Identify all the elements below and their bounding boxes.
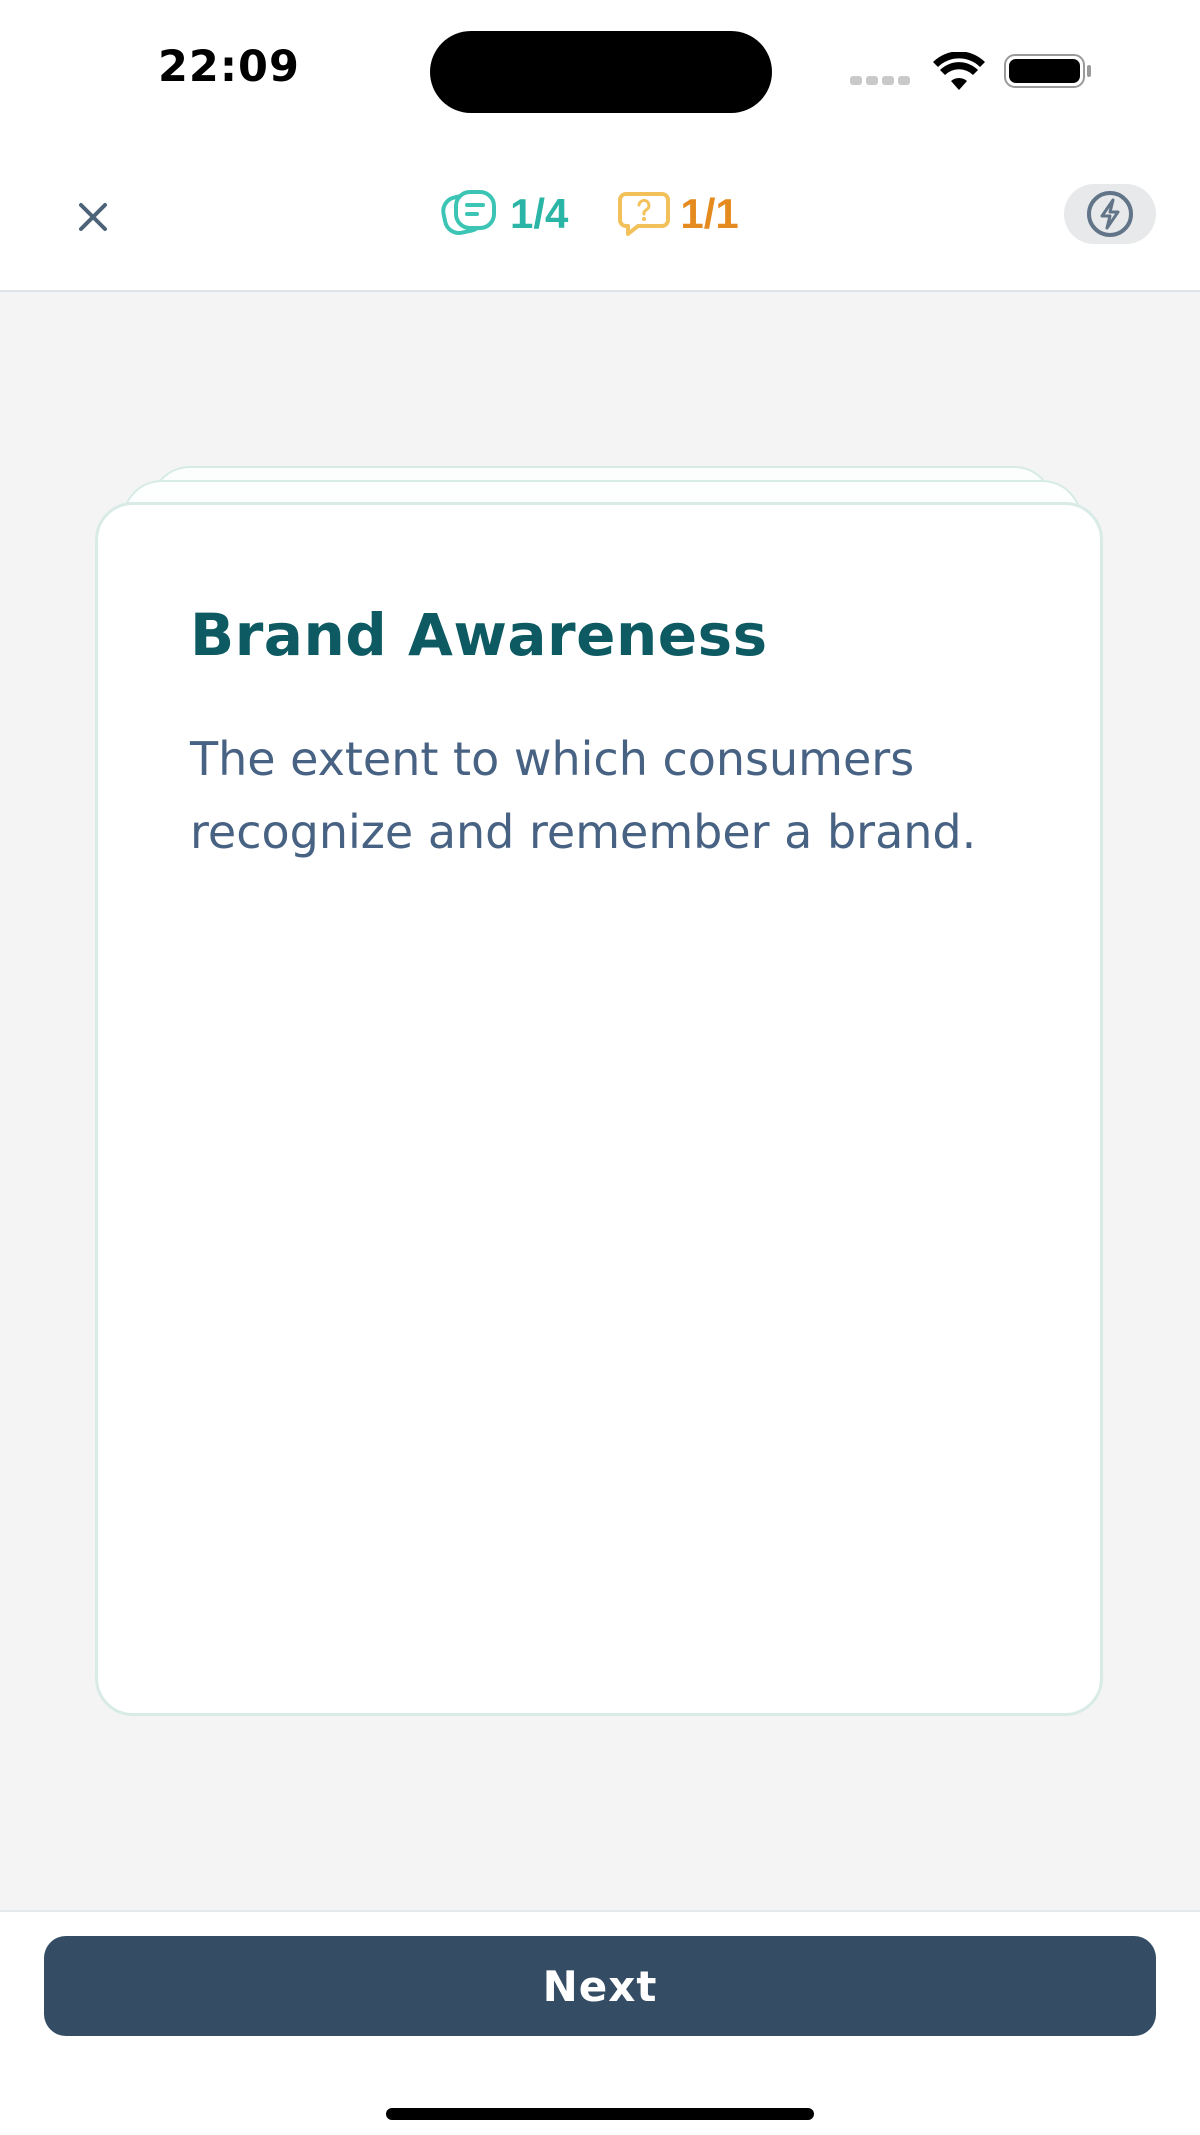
footer: Next: [0, 1910, 1200, 2135]
status-bar: 22:09: [0, 0, 1200, 140]
progress-counters: 1/4 1/1: [438, 188, 739, 240]
card-definition: The extent to which consumers recognize …: [190, 732, 977, 859]
status-time: 22:09: [158, 42, 300, 92]
home-indicator: [386, 2108, 814, 2120]
battery-icon: [1004, 54, 1091, 88]
questions-counter-text: 1/1: [680, 190, 739, 237]
lightning-icon: [1087, 191, 1133, 237]
wifi-icon: [933, 52, 985, 90]
flashcards-icon: [441, 190, 496, 235]
cards-counter-text: 1/4: [510, 190, 569, 237]
lesson-header: 1/4 1/1: [0, 140, 1200, 292]
card-title: Brand Awareness: [190, 601, 768, 669]
close-icon: [79, 203, 107, 231]
next-button[interactable]: Next: [44, 1936, 1156, 2036]
close-button[interactable]: [66, 190, 120, 244]
dynamic-island: [430, 31, 772, 113]
flashcard-area: Brand Awareness The extent to which cons…: [0, 292, 1200, 1910]
cellular-signal-icon: [850, 76, 912, 86]
question-bubble-icon: [618, 192, 671, 236]
cards-counter: 1/4: [438, 188, 568, 240]
flashcard[interactable]: Brand Awareness The extent to which cons…: [95, 502, 1103, 1716]
boost-button[interactable]: [1064, 184, 1156, 244]
questions-counter: 1/1: [616, 190, 739, 238]
